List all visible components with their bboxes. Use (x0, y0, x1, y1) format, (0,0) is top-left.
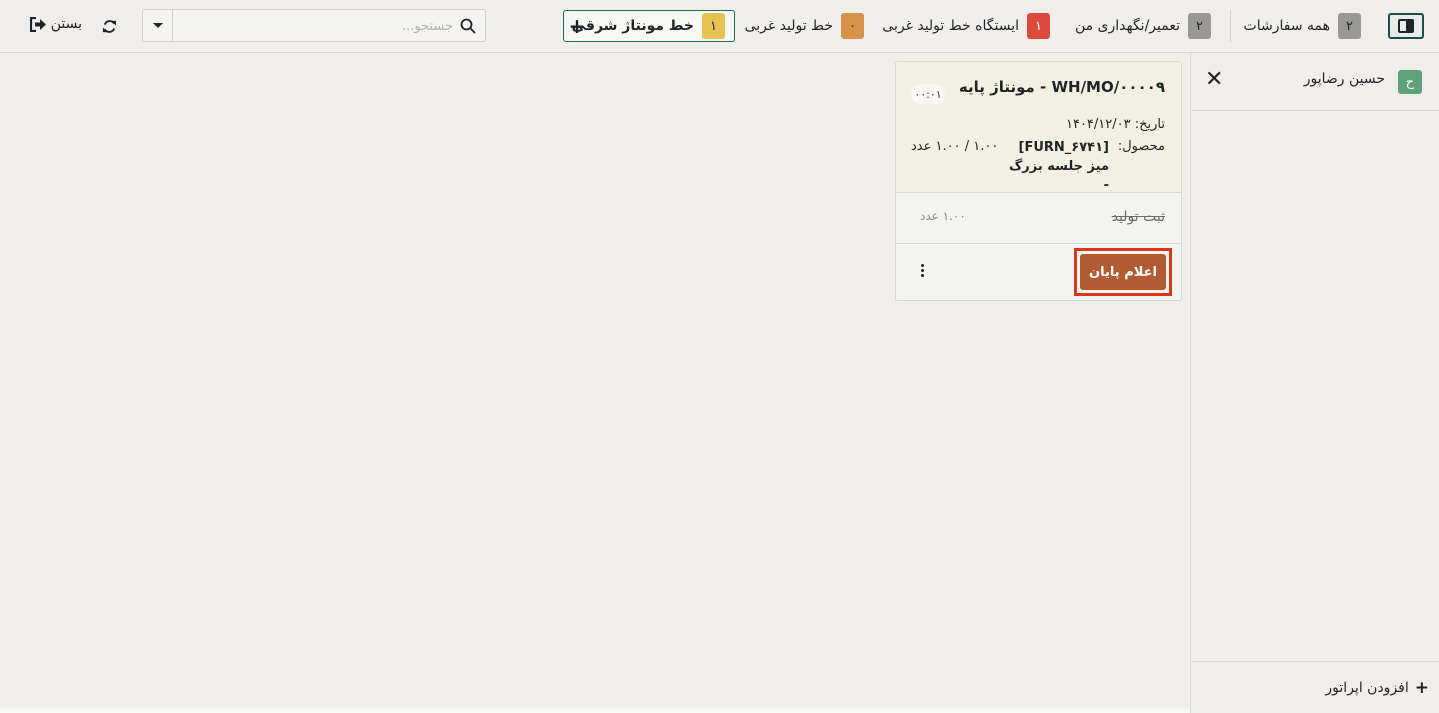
timer-badge: ۰۰:۰۱ (911, 84, 945, 104)
date-label: تاریخ: (1134, 117, 1165, 132)
plus-icon: + (1414, 677, 1429, 698)
work-order-title: WH/MO/۰۰۰۰۹ - مونتاژ پایه (958, 78, 1165, 96)
work-order-card[interactable]: WH/MO/۰۰۰۰۹ - مونتاژ پایه ۰۰:۰۱ تاریخ: ۱… (895, 61, 1182, 301)
filter-west-line[interactable]: ۰ خط تولید غربی (745, 12, 864, 40)
sign-out-icon (29, 16, 46, 32)
mark-done-button[interactable]: اعلام پایان (1080, 254, 1166, 290)
card-header: WH/MO/۰۰۰۰۹ - مونتاژ پایه ۰۰:۰۱ تاریخ: ۱… (896, 62, 1181, 193)
add-operator-button[interactable]: + افزودن اپراتور (1191, 661, 1439, 713)
search-icon (460, 18, 476, 34)
filter-west-station[interactable]: ۱ ایستگاه خط تولید غربی (882, 12, 1050, 40)
more-options-icon[interactable] (918, 264, 926, 280)
add-operator-label: افزودن اپراتور (1325, 679, 1409, 696)
filter-label: همه سفارشات (1243, 18, 1330, 34)
caret-down-icon (152, 23, 163, 28)
divider (1230, 10, 1231, 42)
count-badge: ۲ (1338, 13, 1361, 39)
close-button[interactable]: بستن (29, 12, 82, 36)
filter-label: ایستگاه خط تولید غربی (882, 18, 1019, 34)
close-label: بستن (50, 16, 82, 32)
filter-label: خط مونتاژ شرقی (571, 18, 694, 34)
step-name: ثبت تولید (1111, 209, 1165, 225)
count-badge: ۱ (702, 13, 725, 39)
top-bar: ۲ همه سفارشات ۲ تعمیر/نگهداری من ۱ ایستگ… (0, 0, 1439, 53)
avatar: ح (1398, 70, 1422, 94)
step-quantity: ۱.۰۰ عدد (920, 209, 966, 223)
operator-row[interactable]: ح حسین رضاپور ✕ (1191, 53, 1439, 111)
operator-panel: ح حسین رضاپور ✕ + افزودن اپراتور (1190, 53, 1439, 713)
filter-my-maintenance[interactable]: ۲ تعمیر/نگهداری من (1075, 12, 1211, 40)
search-input[interactable] (183, 15, 453, 37)
bottom-edge (0, 705, 1190, 713)
panel-icon (1398, 19, 1414, 33)
search-box (142, 9, 486, 42)
operator-name: حسین رضاپور (1303, 71, 1385, 87)
filter-label: تعمیر/نگهداری من (1074, 18, 1180, 34)
count-badge: ۰ (841, 13, 864, 39)
search-options-toggle[interactable] (143, 10, 173, 41)
card-footer: اعلام پایان (896, 245, 1181, 300)
panel-toggle-button[interactable] (1388, 13, 1424, 39)
product-quantity: ۱.۰۰ / ۱.۰۰ عدد (911, 139, 999, 154)
date-row: تاریخ: ۱۴۰۴/۱۲/۰۳ (1066, 117, 1165, 132)
filter-label: خط تولید غربی (744, 18, 833, 34)
add-workcenter-button[interactable]: + (565, 14, 589, 38)
filter-all-orders[interactable]: ۲ همه سفارشات (1244, 12, 1361, 40)
plus-icon: + (568, 14, 586, 38)
refresh-icon (102, 19, 116, 33)
date-value: ۱۴۰۴/۱۲/۰۳ (1065, 117, 1131, 132)
refresh-button[interactable] (97, 14, 121, 38)
product-label: محصول: (1117, 139, 1165, 154)
close-icon[interactable]: ✕ (1205, 67, 1223, 92)
product-name: [FURN_۶۷۴۱] میز جلسه بزرگ - (1008, 140, 1109, 193)
step-row[interactable]: ثبت تولید ۱.۰۰ عدد (896, 194, 1181, 244)
count-badge: ۱ (1027, 13, 1050, 39)
count-badge: ۲ (1188, 13, 1211, 39)
highlight-frame: اعلام پایان (1074, 248, 1172, 296)
